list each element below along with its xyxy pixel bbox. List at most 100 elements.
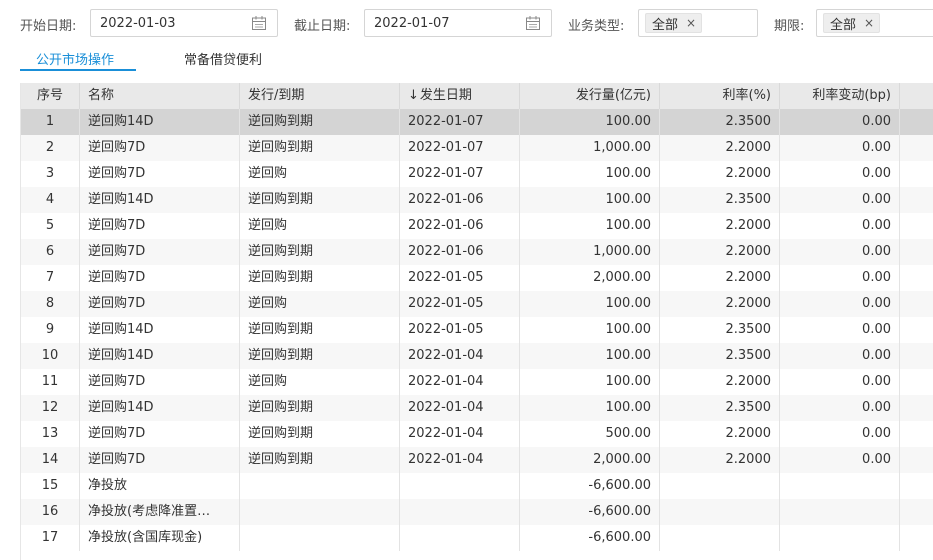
cell-index: 17: [21, 525, 80, 551]
start-date-value: 2022-01-03: [100, 16, 176, 31]
cell-rate-change: 0.00: [780, 447, 900, 473]
table-row[interactable]: 9 逆回购14D 逆回购到期 2022-01-05 100.00 2.3500 0.00: [21, 317, 933, 343]
col-header-date[interactable]: ↓发生日期: [400, 83, 520, 109]
table-row[interactable]: 8 逆回购7D 逆回购 2022-01-05 100.00 2.2000 0.00: [21, 291, 933, 317]
cell-name: 逆回购7D: [80, 265, 240, 291]
cell-type: 逆回购: [240, 213, 400, 239]
table-row[interactable]: 3 逆回购7D 逆回购 2022-01-07 100.00 2.2000 0.00: [21, 161, 933, 187]
cell-type: 逆回购到期: [240, 421, 400, 447]
close-icon[interactable]: ×: [864, 16, 874, 30]
table-row[interactable]: 4 逆回购14D 逆回购到期 2022-01-06 100.00 2.3500 0.00: [21, 187, 933, 213]
cell-rate-change: [780, 499, 900, 525]
tab-open-market[interactable]: 公开市场操作: [36, 49, 114, 68]
term-tag: 全部 ×: [823, 13, 881, 33]
cell-index: 9: [21, 317, 80, 343]
cell-rate-change: 0.00: [780, 265, 900, 291]
cell-name: 逆回购14D: [80, 109, 240, 135]
table-row[interactable]: 1 逆回购14D 逆回购到期 2022-01-07 100.00 2.3500 0.00: [21, 109, 933, 135]
cell-name: 逆回购7D: [80, 291, 240, 317]
cell-type: 逆回购到期: [240, 187, 400, 213]
cell-rate-change: 0.00: [780, 213, 900, 239]
col-header-index[interactable]: 序号: [21, 83, 80, 109]
cell-index: 4: [21, 187, 80, 213]
col-header-name[interactable]: 名称: [80, 83, 240, 109]
cell-volume: 100.00: [520, 291, 660, 317]
cell-rate-change: 0.00: [780, 395, 900, 421]
tab-standing-lending[interactable]: 常备借贷便利: [184, 49, 262, 68]
cell-index: 14: [21, 447, 80, 473]
table-row[interactable]: 6 逆回购7D 逆回购到期 2022-01-06 1,000.00 2.2000 0.00: [21, 239, 933, 265]
col-header-volume[interactable]: 发行量(亿元): [520, 83, 660, 109]
cell-name: 逆回购7D: [80, 369, 240, 395]
cell-rate: 2.2000: [660, 265, 780, 291]
cell-date: 2022-01-06: [400, 213, 520, 239]
col-header-type[interactable]: 发行/到期: [240, 83, 400, 109]
table-row[interactable]: 14 逆回购7D 逆回购到期 2022-01-04 2,000.00 2.2000 0.00: [21, 447, 933, 473]
col-header-rate[interactable]: 利率(%): [660, 83, 780, 109]
cell-rate: 2.2000: [660, 369, 780, 395]
cell-index: 2: [21, 135, 80, 161]
table-row[interactable]: 2 逆回购7D 逆回购到期 2022-01-07 1,000.00 2.2000 0.00: [21, 135, 933, 161]
cell-volume: 100.00: [520, 369, 660, 395]
cell-rate-change: 0.00: [780, 187, 900, 213]
cell-rate: 2.2000: [660, 291, 780, 317]
term-label: 期限:: [774, 19, 805, 34]
cell-date: 2022-01-04: [400, 395, 520, 421]
cell-type: 逆回购到期: [240, 109, 400, 135]
cell-date: 2022-01-07: [400, 135, 520, 161]
cell-date: 2022-01-05: [400, 265, 520, 291]
table-row[interactable]: 11 逆回购7D 逆回购 2022-01-04 100.00 2.2000 0.00: [21, 369, 933, 395]
calendar-icon[interactable]: [525, 15, 541, 31]
sort-arrow-down-icon[interactable]: ↓: [408, 83, 419, 109]
calendar-icon[interactable]: [251, 15, 267, 31]
table-row[interactable]: 12 逆回购14D 逆回购到期 2022-01-04 100.00 2.3500 0.00: [21, 395, 933, 421]
cell-type: 逆回购到期: [240, 239, 400, 265]
table-row[interactable]: 17 净投放(含国库现金) -6,600.00: [21, 525, 933, 551]
operations-table: 序号 名称 发行/到期 ↓发生日期 发行量(亿元) 利率(%) 利率变动(bp)…: [20, 83, 933, 560]
cell-volume: 100.00: [520, 395, 660, 421]
cell-name: 逆回购14D: [80, 187, 240, 213]
cell-volume: 500.00: [520, 421, 660, 447]
cell-index: 6: [21, 239, 80, 265]
filter-bar: 开始日期: 2022-01-03 截止日期: 2022-01-07 业务类型: …: [0, 0, 933, 45]
cell-volume: 100.00: [520, 213, 660, 239]
cell-type: 逆回购到期: [240, 317, 400, 343]
biz-type-select[interactable]: 全部 ×: [638, 9, 758, 37]
cell-index: 16: [21, 499, 80, 525]
cell-type: 逆回购: [240, 291, 400, 317]
cell-rate-change: 0.00: [780, 421, 900, 447]
table-row[interactable]: 15 净投放 -6,600.00: [21, 473, 933, 499]
cell-rate-change: 0.00: [780, 369, 900, 395]
end-date-field[interactable]: 2022-01-07: [364, 9, 552, 37]
term-select[interactable]: 全部 ×: [816, 9, 933, 37]
table-header: 序号 名称 发行/到期 ↓发生日期 发行量(亿元) 利率(%) 利率变动(bp): [21, 83, 933, 109]
table-row[interactable]: 13 逆回购7D 逆回购到期 2022-01-04 500.00 2.2000 0.00: [21, 421, 933, 447]
cell-date: 2022-01-04: [400, 447, 520, 473]
table-row[interactable]: 7 逆回购7D 逆回购到期 2022-01-05 2,000.00 2.2000 0.00: [21, 265, 933, 291]
cell-rate-change: 0.00: [780, 135, 900, 161]
cell-rate-change: [780, 473, 900, 499]
cell-rate-change: 0.00: [780, 109, 900, 135]
cell-date: 2022-01-05: [400, 291, 520, 317]
close-icon[interactable]: ×: [686, 16, 696, 30]
start-date-field[interactable]: 2022-01-03: [90, 9, 278, 37]
cell-name: 逆回购7D: [80, 213, 240, 239]
col-header-rate-change[interactable]: 利率变动(bp): [780, 83, 900, 109]
cell-rate-change: 0.00: [780, 291, 900, 317]
cell-name: 净投放(考虑降准置…: [80, 499, 240, 525]
cell-type: [240, 499, 400, 525]
table-row[interactable]: 16 净投放(考虑降准置… -6,600.00: [21, 499, 933, 525]
table-row[interactable]: 10 逆回购14D 逆回购到期 2022-01-04 100.00 2.3500 0.00: [21, 343, 933, 369]
cell-index: 5: [21, 213, 80, 239]
cell-name: 逆回购7D: [80, 421, 240, 447]
cell-date: 2022-01-04: [400, 369, 520, 395]
cell-index: 11: [21, 369, 80, 395]
cell-date: 2022-01-06: [400, 187, 520, 213]
table-row[interactable]: 5 逆回购7D 逆回购 2022-01-06 100.00 2.2000 0.00: [21, 213, 933, 239]
end-date-value: 2022-01-07: [374, 16, 450, 31]
col-header-date-label: 发生日期: [419, 88, 472, 103]
term-tag-label: 全部: [830, 17, 857, 33]
cell-index: 7: [21, 265, 80, 291]
cell-volume: 2,000.00: [520, 265, 660, 291]
cell-name: 逆回购7D: [80, 447, 240, 473]
